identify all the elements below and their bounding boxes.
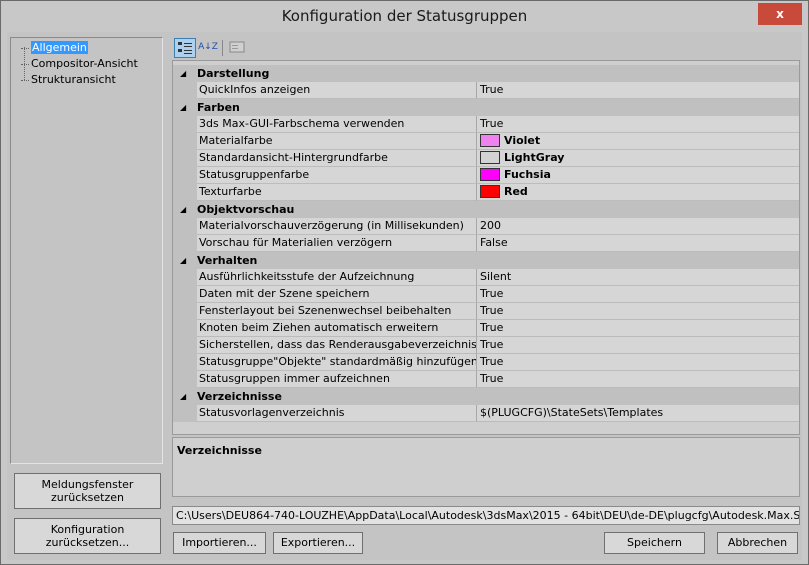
property-pages-button[interactable]: [226, 38, 248, 58]
window-title: Konfiguration der Statusgruppen: [281, 7, 528, 25]
prop-value[interactable]: 200: [477, 218, 799, 235]
category-verzeichnisse[interactable]: ◢ Verzeichnisse: [173, 388, 799, 405]
prop-value[interactable]: True: [477, 371, 799, 388]
save-button[interactable]: Speichern: [604, 532, 705, 554]
tree-item-label: Compositor-Ansicht: [31, 57, 138, 70]
title-bar[interactable]: Konfiguration der Statusgruppen x: [1, 1, 808, 31]
prop-row[interactable]: Sicherstellen, dass das Renderausgabever…: [173, 337, 799, 354]
cancel-button[interactable]: Abbrechen: [717, 532, 798, 554]
prop-value-color[interactable]: Red: [477, 184, 799, 201]
prop-row[interactable]: Daten mit der Szene speichern True: [173, 286, 799, 303]
category-farben[interactable]: ◢ Farben: [173, 99, 799, 116]
category-tree[interactable]: Allgemein Compositor-Ansicht Strukturans…: [10, 37, 163, 464]
prop-row[interactable]: Statusgruppen immer aufzeichnen True: [173, 371, 799, 388]
collapse-icon[interactable]: ◢: [180, 256, 186, 265]
collapse-icon[interactable]: ◢: [180, 69, 186, 78]
prop-name: Statusgruppenfarbe: [197, 167, 477, 184]
dialog-client: Allgemein Compositor-Ansicht Strukturans…: [7, 32, 802, 560]
prop-value[interactable]: Silent: [477, 269, 799, 286]
prop-row[interactable]: QuickInfos anzeigen True: [173, 82, 799, 99]
prop-value-color[interactable]: Fuchsia: [477, 167, 799, 184]
prop-row[interactable]: Statusgruppe"Objekte" standardmäßig hinz…: [173, 354, 799, 371]
property-pages-icon: [229, 41, 245, 53]
prop-row[interactable]: Texturfarbe Red: [173, 184, 799, 201]
prop-value[interactable]: True: [477, 337, 799, 354]
prop-row[interactable]: Materialvorschauverzögerung (in Millisek…: [173, 218, 799, 235]
reset-config-button[interactable]: Konfiguration zurücksetzen...: [14, 518, 161, 554]
prop-name: QuickInfos anzeigen: [197, 82, 477, 99]
description-title: Verzeichnisse: [177, 444, 262, 457]
prop-row[interactable]: Ausführlichkeitsstufe der Aufzeichnung S…: [173, 269, 799, 286]
config-path-field[interactable]: C:\Users\DEU864-740-LOUZHE\AppData\Local…: [172, 506, 800, 525]
close-button[interactable]: x: [758, 3, 802, 25]
prop-value[interactable]: True: [477, 286, 799, 303]
tree-item-label: Allgemein: [31, 41, 88, 54]
category-objektvorschau[interactable]: ◢ Objektvorschau: [173, 201, 799, 218]
prop-value[interactable]: True: [477, 303, 799, 320]
config-window: Konfiguration der Statusgruppen x Allgem…: [0, 0, 809, 565]
prop-value[interactable]: True: [477, 354, 799, 371]
category-darstellung[interactable]: ◢ Darstellung: [173, 65, 799, 82]
prop-name: Vorschau für Materialien verzögern: [197, 235, 477, 252]
prop-value[interactable]: False: [477, 235, 799, 252]
collapse-icon[interactable]: ◢: [180, 205, 186, 214]
prop-name: Fensterlayout bei Szenenwechsel beibehal…: [197, 303, 477, 320]
toolbar-separator: [222, 40, 223, 56]
color-swatch[interactable]: [480, 150, 500, 164]
property-grid: ◢ Darstellung QuickInfos anzeigen True ◢…: [172, 60, 800, 435]
prop-value[interactable]: True: [477, 116, 799, 133]
grid-toolbar: A↓Z: [172, 37, 800, 59]
import-button[interactable]: Importieren...: [173, 532, 266, 554]
prop-name: Materialvorschauverzögerung (in Millisek…: [197, 218, 477, 235]
prop-value[interactable]: True: [477, 82, 799, 99]
reset-messages-button[interactable]: Meldungsfenster zurücksetzen: [14, 473, 161, 509]
prop-value[interactable]: $(PLUGCFG)\StateSets\Templates: [477, 405, 799, 422]
categorized-icon: [178, 42, 192, 54]
color-swatch[interactable]: [480, 167, 500, 181]
prop-name: Materialfarbe: [197, 133, 477, 150]
prop-name: Standardansicht-Hintergrundfarbe: [197, 150, 477, 167]
categorized-view-button[interactable]: [174, 38, 196, 58]
color-swatch[interactable]: [480, 184, 500, 198]
prop-row[interactable]: Materialfarbe Violet: [173, 133, 799, 150]
prop-name: Daten mit der Szene speichern: [197, 286, 477, 303]
color-swatch[interactable]: [480, 133, 500, 147]
prop-value-color[interactable]: LightGray: [477, 150, 799, 167]
prop-name: Statusgruppen immer aufzeichnen: [197, 371, 477, 388]
prop-name: Texturfarbe: [197, 184, 477, 201]
prop-name: Ausführlichkeitsstufe der Aufzeichnung: [197, 269, 477, 286]
prop-name: Sicherstellen, dass das Renderausgabever…: [197, 337, 477, 354]
prop-value-color[interactable]: Violet: [477, 133, 799, 150]
prop-row[interactable]: Standardansicht-Hintergrundfarbe LightGr…: [173, 150, 799, 167]
export-button[interactable]: Exportieren...: [273, 532, 363, 554]
tree-item-label: Strukturansicht: [31, 73, 116, 86]
sort-alpha-button[interactable]: A↓Z: [197, 38, 219, 58]
prop-row[interactable]: Statusgruppenfarbe Fuchsia: [173, 167, 799, 184]
prop-name: 3ds Max-GUI-Farbschema verwenden: [197, 116, 477, 133]
tree-item-compositor[interactable]: Compositor-Ansicht: [19, 56, 140, 71]
collapse-icon[interactable]: ◢: [180, 103, 186, 112]
prop-value[interactable]: True: [477, 320, 799, 337]
tree-item-allgemein[interactable]: Allgemein: [19, 40, 90, 55]
prop-row[interactable]: Vorschau für Materialien verzögern False: [173, 235, 799, 252]
prop-row[interactable]: 3ds Max-GUI-Farbschema verwenden True: [173, 116, 799, 133]
prop-row[interactable]: Statusvorlagenverzeichnis $(PLUGCFG)\Sta…: [173, 405, 799, 422]
prop-name: Statusgruppe"Objekte" standardmäßig hinz…: [197, 354, 477, 371]
description-panel: Verzeichnisse: [172, 437, 800, 497]
prop-name: Statusvorlagenverzeichnis: [197, 405, 477, 422]
tree-item-struktur[interactable]: Strukturansicht: [19, 72, 118, 87]
collapse-icon[interactable]: ◢: [180, 392, 186, 401]
category-verhalten[interactable]: ◢ Verhalten: [173, 252, 799, 269]
prop-row[interactable]: Fensterlayout bei Szenenwechsel beibehal…: [173, 303, 799, 320]
prop-name: Knoten beim Ziehen automatisch erweitern: [197, 320, 477, 337]
prop-row[interactable]: Knoten beim Ziehen automatisch erweitern…: [173, 320, 799, 337]
